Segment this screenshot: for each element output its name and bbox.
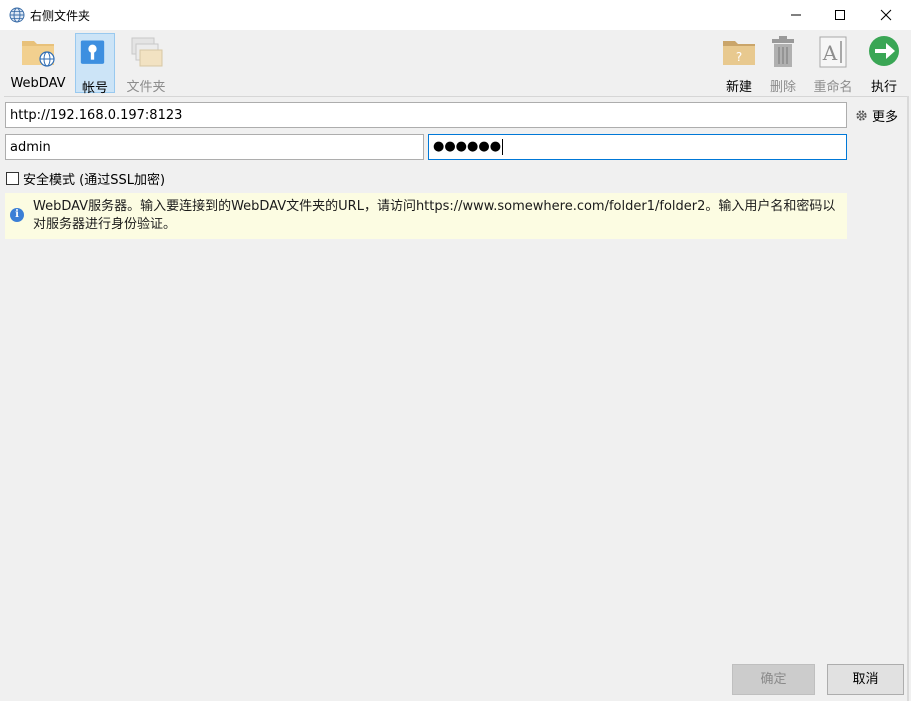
toolbar-account-label: 帐号 [81, 81, 108, 96]
ok-button[interactable]: 确定 [732, 664, 815, 695]
toolbar-folders-button[interactable]: 文件夹 [121, 33, 171, 95]
toolbar-rename-label: 重命名 [813, 80, 853, 95]
password-input[interactable]: ●●●●●● [428, 134, 847, 160]
minimize-icon [791, 14, 801, 16]
toolbar: WebDAV 帐号 文件夹 ? 新建 删除 A 重命名 执行 [0, 30, 911, 96]
toolbar-delete-label: 删除 [769, 80, 796, 95]
gear-icon [856, 109, 867, 121]
toolbar-run-label: 执行 [870, 80, 897, 95]
trash-icon [772, 36, 794, 67]
webdav-folder-icon [22, 41, 55, 67]
rename-icon: A [819, 36, 847, 68]
cancel-button[interactable]: 取消 [827, 664, 904, 695]
title-bar: 右侧文件夹 [0, 0, 911, 30]
toolbar-divider [4, 96, 907, 97]
go-arrow-icon [869, 36, 899, 66]
more-label: 更多 [872, 109, 899, 125]
close-icon [880, 9, 892, 21]
secure-mode-label: 安全模式 (通过SSL加密) [23, 173, 166, 188]
close-button[interactable] [863, 0, 909, 30]
toolbar-folders-label: 文件夹 [126, 80, 166, 95]
toolbar-new-button[interactable]: ? 新建 [719, 33, 759, 95]
maximize-button[interactable] [817, 0, 863, 30]
info-text: WebDAV服务器。输入要连接到的WebDAV文件夹的URL，请访问https:… [33, 199, 836, 232]
checkbox-box[interactable] [6, 172, 19, 185]
maximize-icon [835, 10, 845, 20]
toolbar-delete-button[interactable]: 删除 [763, 33, 803, 95]
svg-text:A: A [822, 41, 838, 65]
key-icon [80, 40, 105, 64]
toolbar-run-button[interactable]: 执行 [864, 33, 904, 95]
window-title: 右侧文件夹 [30, 9, 91, 23]
info-banner: i WebDAV服务器。输入要连接到的WebDAV文件夹的URL，请访问http… [5, 193, 847, 239]
toolbar-new-label: 新建 [725, 80, 752, 95]
minimize-button[interactable] [773, 0, 819, 30]
folders-icon [131, 37, 163, 67]
window-edge [907, 96, 909, 701]
password-mask: ●●●●●● [433, 139, 502, 154]
more-button[interactable]: 更多 [855, 106, 899, 125]
username-input[interactable] [5, 134, 424, 160]
url-input[interactable] [5, 102, 847, 128]
toolbar-account-button[interactable]: 帐号 [75, 33, 115, 96]
secure-mode-checkbox[interactable]: 安全模式 (通过SSL加密) [6, 169, 165, 188]
globe-icon [9, 7, 25, 23]
toolbar-webdav-button[interactable]: WebDAV [6, 33, 70, 93]
info-icon: i [10, 208, 24, 222]
text-cursor [502, 138, 504, 155]
new-folder-icon: ? [723, 41, 755, 65]
svg-text:?: ? [736, 50, 742, 64]
toolbar-webdav-label: WebDAV [10, 76, 66, 91]
toolbar-rename-button[interactable]: A 重命名 [808, 33, 858, 95]
